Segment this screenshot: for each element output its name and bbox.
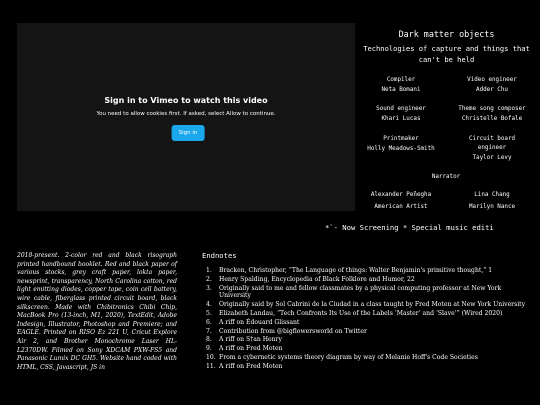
endnote-number: 2. <box>206 275 212 283</box>
credit-role: Theme song composer <box>458 106 526 112</box>
endnote-text: Originally said to me and fellow classma… <box>219 284 502 300</box>
endnote-item: 9. A riff on Fred Moten <box>206 345 526 353</box>
credit-name: Adder Chu <box>476 87 508 93</box>
endnote-item: 4. Originally said by Sol Cabrini de la C… <box>206 301 526 309</box>
endnote-number: 5. <box>206 309 212 317</box>
video-cookie-message: You need to allow cookies first. If aske… <box>96 111 276 117</box>
endnote-number: 1. <box>206 267 212 274</box>
endnote-number: 7. <box>206 327 212 335</box>
endnote-text: A riff on Fred Moten <box>219 345 283 353</box>
credit-narrator: Narrator <box>400 173 492 182</box>
credit-role: Printmaker <box>383 136 419 142</box>
credit-compiler: Compiler Neta Bomani <box>355 76 447 95</box>
endnote-item: 3. Originally said to me and fellow class… <box>206 285 526 301</box>
credit-name: Neta Bomani <box>381 87 421 93</box>
endnote-number: 4. <box>206 301 212 309</box>
credit-name: Alexander Peñegha <box>370 192 432 198</box>
credit-name: Taylor Levy <box>472 155 512 161</box>
endnote-item: 6. A riff on Édouard Glissant <box>206 319 526 327</box>
credit-role: Video engineer <box>467 77 517 83</box>
endnote-item: 7. Contribution from @bigflowersworld on … <box>206 328 526 336</box>
now-screening-ticker: *`- Now Screening * Special music editi <box>325 223 494 232</box>
endnote-text: Originally said by Sol Cabrini de la Ciu… <box>219 301 526 309</box>
credit-narrator-name: Marilyn Nance <box>446 202 538 212</box>
credit-role: Circuit board engineer <box>468 136 516 151</box>
credit-narrator-name: Lina Chang <box>446 190 538 200</box>
credit-name: Lina Chang <box>474 192 510 198</box>
endnotes-list: 1. Bracken, Christopher, “The Language of… <box>206 267 526 372</box>
credit-video-engineer: Video engineer Adder Chu <box>446 76 538 95</box>
endnote-text: From a cybernetic systems theory diagram… <box>219 353 478 361</box>
credit-narrator-name: Alexander Peñegha <box>355 190 447 200</box>
endnote-number: 6. <box>206 318 212 326</box>
credit-role: Sound engineer <box>376 106 426 112</box>
credit-name: Christelle Bofale <box>461 116 523 122</box>
endnote-item: 1. Bracken, Christopher, “The Language of… <box>206 267 526 275</box>
endnote-number: 3. <box>206 284 212 292</box>
endnote-item: 10. From a cybernetic systems theory diag… <box>206 354 526 362</box>
endnote-text: Bracken, Christopher, “The Language of t… <box>219 267 493 274</box>
endnote-item: 11. A riff on Fred Moten <box>206 363 526 371</box>
endnotes-heading: Endnotes <box>202 251 237 260</box>
project-subtitle: Technologies of capture and things that … <box>363 44 530 64</box>
endnote-text: A riff on Édouard Glissant <box>219 318 300 326</box>
video-signin-title: Sign in to Vimeo to watch this video <box>104 96 268 105</box>
endnote-number: 11. <box>206 362 216 370</box>
endnote-number: 8. <box>206 336 212 344</box>
endnote-text: Henry Spalding, Encyclopedia of Black Fo… <box>219 275 415 283</box>
credit-name: American Artist <box>374 204 428 210</box>
endnote-number: 10. <box>206 353 216 361</box>
credit-theme-song-composer: Theme song composer Christelle Bofale <box>446 105 538 124</box>
endnote-text: Contribution from @bigflowersworld on Tw… <box>219 327 367 335</box>
project-title: Dark matter objects <box>398 29 495 39</box>
endnote-item: 5. Elizabeth Landau, “Tech Confronts Its … <box>206 310 526 318</box>
credit-sound-engineer: Sound engineer Khari Lucas <box>355 105 447 124</box>
endnote-number: 9. <box>206 345 212 353</box>
endnote-item: 8. A riff on S†an Henry <box>206 336 526 344</box>
credit-circuit-board-engineer: Circuit board engineer Taylor Levy <box>454 135 530 163</box>
credit-role: Narrator <box>431 174 461 180</box>
credit-name: Holly Meadows-Smith <box>367 146 435 152</box>
endnote-text: A riff on Fred Moten <box>219 362 283 370</box>
endnote-text: A riff on S†an Henry <box>219 336 282 344</box>
endnote-text: Elizabeth Landau, “Tech Confronts Its Us… <box>219 309 503 317</box>
materials-description: 2018-present. 2-color red and black riso… <box>17 252 177 371</box>
credit-name: Khari Lucas <box>381 116 421 122</box>
endnote-item: 2. Henry Spalding, Encyclopedia of Black … <box>206 276 526 284</box>
signin-button[interactable]: Sign in <box>171 125 205 141</box>
video-embed[interactable]: Sign in to Vimeo to watch this video You… <box>17 23 355 211</box>
credit-narrator-name: American Artist <box>355 202 447 212</box>
credit-printmaker: Printmaker Holly Meadows-Smith <box>355 135 447 154</box>
credit-name: Marilyn Nance <box>468 204 516 210</box>
credit-role: Compiler <box>386 77 416 83</box>
